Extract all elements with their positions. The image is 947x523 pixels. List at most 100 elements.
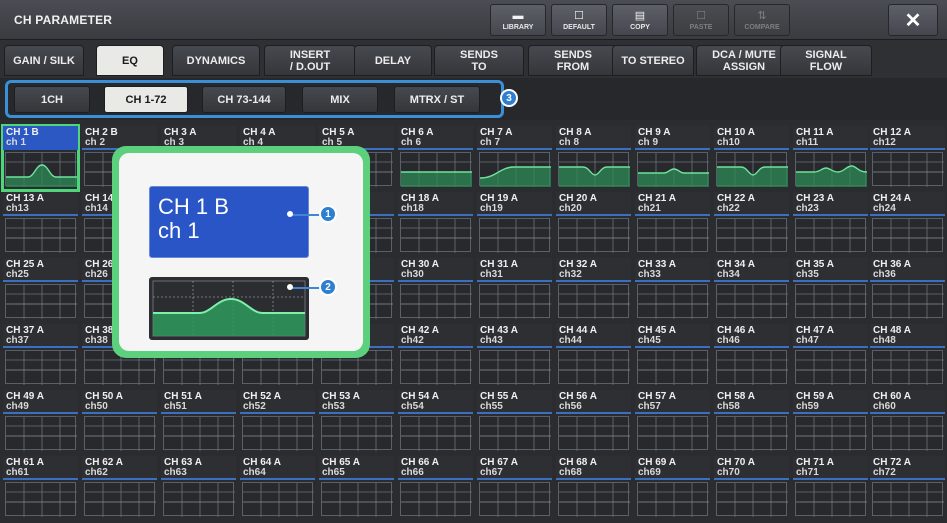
eq-graph-button[interactable] bbox=[716, 284, 788, 319]
channel-name-button[interactable]: CH 57 Ach57 bbox=[635, 390, 710, 414]
eq-graph-button[interactable] bbox=[5, 284, 77, 319]
channel-cell[interactable]: CH 45 Ach45 bbox=[635, 324, 710, 388]
eq-graph-button[interactable] bbox=[637, 350, 709, 385]
channel-cell[interactable]: CH 13 Ach13 bbox=[3, 192, 78, 256]
channel-cell[interactable]: CH 20 Ach20 bbox=[556, 192, 631, 256]
compare-button[interactable]: ⇅ COMPARE bbox=[734, 4, 790, 36]
eq-graph-button[interactable] bbox=[163, 482, 235, 517]
eq-graph-button[interactable] bbox=[637, 218, 709, 253]
channel-name-button[interactable]: CH 34 Ach34 bbox=[714, 258, 789, 282]
tab-to-stereo[interactable]: TO STEREO bbox=[612, 45, 694, 76]
eq-graph-button[interactable] bbox=[84, 416, 156, 451]
eq-graph-button[interactable] bbox=[5, 350, 77, 385]
eq-graph-button[interactable] bbox=[716, 152, 788, 187]
range-ch-73-144[interactable]: CH 73-144 bbox=[202, 86, 286, 113]
channel-name-button[interactable]: CH 68 Ach68 bbox=[556, 456, 631, 480]
channel-name-button[interactable]: CH 51 Ach51 bbox=[161, 390, 236, 414]
channel-name-button[interactable]: CH 46 Ach46 bbox=[714, 324, 789, 348]
eq-graph-button[interactable] bbox=[163, 416, 235, 451]
channel-name-button[interactable]: CH 53 Ach53 bbox=[319, 390, 394, 414]
tab-signal-flow[interactable]: SIGNAL FLOW bbox=[780, 45, 872, 76]
close-button[interactable]: ✕ bbox=[888, 4, 938, 36]
eq-graph-button[interactable] bbox=[637, 482, 709, 517]
channel-cell[interactable]: CH 34 Ach34 bbox=[714, 258, 789, 322]
channel-name-button[interactable]: CH 7 Ach 7 bbox=[477, 126, 552, 150]
channel-cell[interactable]: CH 63 Ach63 bbox=[161, 456, 236, 520]
channel-name-button[interactable]: CH 32 Ach32 bbox=[556, 258, 631, 282]
channel-cell[interactable]: CH 55 Ach55 bbox=[477, 390, 552, 454]
channel-cell[interactable]: CH 10 Ach10 bbox=[714, 126, 789, 190]
channel-name-button[interactable]: CH 48 Ach48 bbox=[870, 324, 945, 348]
channel-cell[interactable]: CH 8 Ach 8 bbox=[556, 126, 631, 190]
eq-graph-button[interactable] bbox=[479, 416, 551, 451]
channel-cell[interactable]: CH 61 Ach61 bbox=[3, 456, 78, 520]
channel-cell[interactable]: CH 22 Ach22 bbox=[714, 192, 789, 256]
eq-graph-button[interactable] bbox=[400, 284, 472, 319]
range-ch-1-72[interactable]: CH 1-72 bbox=[104, 86, 188, 113]
default-button[interactable]: ☐ DEFAULT bbox=[551, 4, 607, 36]
eq-graph-button[interactable] bbox=[872, 152, 944, 187]
channel-cell[interactable]: CH 71 Ach71 bbox=[793, 456, 868, 520]
channel-name-button[interactable]: CH 21 Ach21 bbox=[635, 192, 710, 216]
eq-graph-button[interactable] bbox=[479, 482, 551, 517]
channel-cell[interactable]: CH 48 Ach48 bbox=[870, 324, 945, 388]
channel-cell[interactable]: CH 32 Ach32 bbox=[556, 258, 631, 322]
channel-name-button[interactable]: CH 56 Ach56 bbox=[556, 390, 631, 414]
channel-name-button[interactable]: CH 33 Ach33 bbox=[635, 258, 710, 282]
channel-name-button[interactable]: CH 50 Ach50 bbox=[82, 390, 157, 414]
library-button[interactable]: ▬ LIBRARY bbox=[490, 4, 546, 36]
tab-sends-to[interactable]: SENDS TO bbox=[434, 45, 524, 76]
eq-graph-button[interactable] bbox=[558, 482, 630, 517]
channel-cell[interactable]: CH 9 Ach 9 bbox=[635, 126, 710, 190]
channel-name-button[interactable]: CH 23 Ach23 bbox=[793, 192, 868, 216]
eq-graph-button[interactable] bbox=[558, 350, 630, 385]
copy-button[interactable]: ▤ COPY bbox=[612, 4, 668, 36]
channel-cell[interactable]: CH 64 Ach64 bbox=[240, 456, 315, 520]
eq-graph-button[interactable] bbox=[321, 482, 393, 517]
channel-cell[interactable]: CH 44 Ach44 bbox=[556, 324, 631, 388]
channel-name-button[interactable]: CH 43 Ach43 bbox=[477, 324, 552, 348]
eq-graph-button[interactable] bbox=[795, 284, 867, 319]
channel-cell[interactable]: CH 42 Ach42 bbox=[398, 324, 473, 388]
eq-graph-button[interactable] bbox=[637, 152, 709, 187]
channel-name-button[interactable]: CH 60 Ach60 bbox=[870, 390, 945, 414]
eq-graph-button[interactable] bbox=[716, 350, 788, 385]
range-1ch[interactable]: 1CH bbox=[14, 86, 90, 113]
channel-name-button[interactable]: CH 12 Ach12 bbox=[870, 126, 945, 150]
channel-cell[interactable]: CH 46 Ach46 bbox=[714, 324, 789, 388]
channel-cell[interactable]: CH 43 Ach43 bbox=[477, 324, 552, 388]
channel-name-button[interactable]: CH 71 Ach71 bbox=[793, 456, 868, 480]
channel-cell[interactable]: CH 35 Ach35 bbox=[793, 258, 868, 322]
channel-cell[interactable]: CH 57 Ach57 bbox=[635, 390, 710, 454]
channel-name-button[interactable]: CH 70 Ach70 bbox=[714, 456, 789, 480]
eq-graph-button[interactable] bbox=[84, 482, 156, 517]
eq-graph-button[interactable] bbox=[479, 350, 551, 385]
channel-cell[interactable]: CH 49 Ach49 bbox=[3, 390, 78, 454]
eq-graph-button[interactable] bbox=[400, 416, 472, 451]
channel-cell[interactable]: CH 60 Ach60 bbox=[870, 390, 945, 454]
eq-graph-button[interactable] bbox=[795, 482, 867, 517]
channel-cell[interactable]: CH 36 Ach36 bbox=[870, 258, 945, 322]
channel-cell[interactable]: CH 52 Ach52 bbox=[240, 390, 315, 454]
channel-name-button[interactable]: CH 30 Ach30 bbox=[398, 258, 473, 282]
tab-dca-mute-assign[interactable]: DCA / MUTE ASSIGN bbox=[696, 45, 792, 76]
eq-graph-button[interactable] bbox=[872, 218, 944, 253]
eq-graph-button[interactable] bbox=[795, 416, 867, 451]
tab-delay[interactable]: DELAY bbox=[354, 45, 432, 76]
channel-cell[interactable]: CH 19 Ach19 bbox=[477, 192, 552, 256]
eq-graph-button[interactable] bbox=[716, 482, 788, 517]
channel-name-button[interactable]: CH 31 Ach31 bbox=[477, 258, 552, 282]
eq-graph-button[interactable] bbox=[400, 218, 472, 253]
channel-cell[interactable]: CH 59 Ach59 bbox=[793, 390, 868, 454]
channel-name-button[interactable]: CH 45 Ach45 bbox=[635, 324, 710, 348]
eq-graph-button[interactable] bbox=[558, 416, 630, 451]
channel-cell[interactable]: CH 67 Ach67 bbox=[477, 456, 552, 520]
channel-name-button[interactable]: CH 20 Ach20 bbox=[556, 192, 631, 216]
tab-insert-d-out[interactable]: INSERT / D.OUT bbox=[264, 45, 356, 76]
eq-graph-button[interactable] bbox=[872, 416, 944, 451]
channel-name-button[interactable]: CH 66 Ach66 bbox=[398, 456, 473, 480]
channel-name-button[interactable]: CH 61 Ach61 bbox=[3, 456, 78, 480]
eq-graph-button[interactable] bbox=[242, 416, 314, 451]
tab-gain-silk[interactable]: GAIN / SILK bbox=[4, 45, 84, 76]
eq-graph-button[interactable] bbox=[872, 284, 944, 319]
